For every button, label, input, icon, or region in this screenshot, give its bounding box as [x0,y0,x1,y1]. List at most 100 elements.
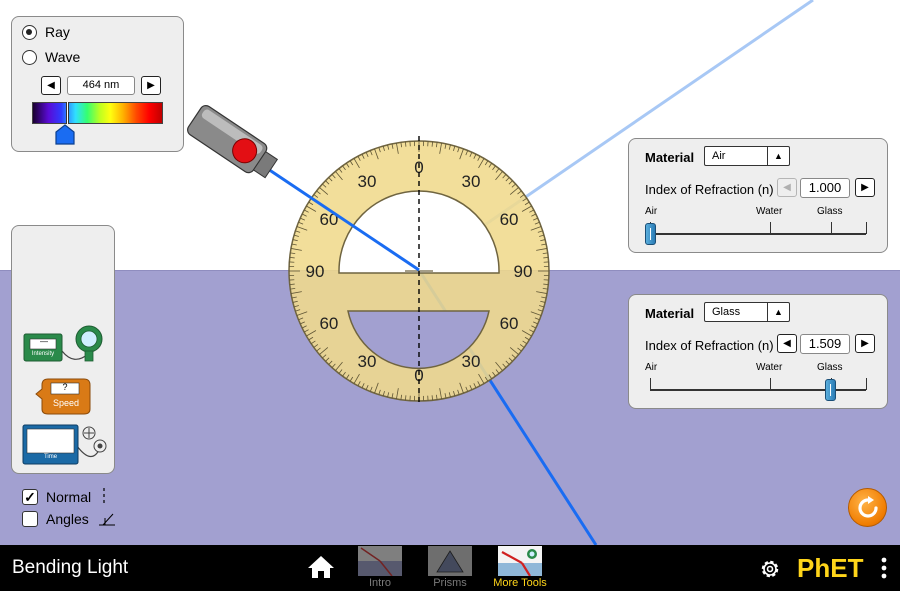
slider-tick [866,378,867,390]
protractor-tick [289,257,295,259]
protractor-label: 30 [462,172,481,191]
angles-checkbox[interactable]: Angles [22,511,117,527]
top-tick-air: Air [645,206,658,217]
wavelength-marker [66,102,69,124]
top-material-value: Air [712,150,726,162]
angle-icon [98,513,115,526]
left-triangle-icon: ◀ [783,182,791,193]
bottom-material-label: Material [645,306,695,321]
prisms-screen-label: Prisms [433,577,467,589]
normal-checkbox-box[interactable]: ✓ [22,489,38,505]
wavelength-increase-button[interactable]: ▶ [141,76,161,95]
slider-tick [831,222,832,234]
protractor-label: 60 [500,210,519,229]
app-title: Bending Light [12,557,129,578]
bottom-ior-increase-button[interactable]: ▶ [855,334,875,353]
protractor-tick [289,283,295,285]
top-ior-value: 1.000 [800,178,850,198]
bottom-tick-water: Water [756,362,783,373]
wavelength-thumb[interactable] [55,124,75,145]
top-medium-panel: Material Air ▲ Index of Refraction (n) ◀… [628,138,888,253]
top-material-combobox[interactable]: Air ▲ [704,146,790,166]
left-triangle-icon: ◀ [47,80,55,91]
top-ior-increase-button[interactable]: ▶ [855,178,875,197]
more-tools-screen-icon [498,546,542,576]
right-triangle-icon: ▶ [861,182,869,193]
protractor-tick [405,395,407,401]
protractor-label: 60 [500,314,519,333]
ray-label: Ray [45,24,70,40]
tools-panel: — Intensity ? Speed Time [11,225,115,474]
top-ior-slider-thumb[interactable] [645,223,656,245]
wavelength-value: 464 nm [67,76,135,95]
protractor-label: 30 [462,352,481,371]
slider-tick [866,222,867,234]
normal-label: Normal [46,489,92,505]
wavelength-spectrum-slider[interactable] [32,102,163,124]
left-triangle-icon: ◀ [783,338,791,349]
right-triangle-icon: ▶ [147,80,155,91]
speed-label: Speed [52,398,80,408]
dropdown-arrow-icon: ▲ [767,303,789,321]
intro-screen-label: Intro [368,577,391,589]
screen-button-intro[interactable]: Intro [351,546,409,591]
normal-dashed-icon [103,488,105,506]
protractor-label: 60 [319,314,338,333]
home-icon[interactable] [307,555,335,579]
top-tick-glass: Glass [817,206,843,217]
navigation-bar: Bending Light Intro Prisms More Tools Ph… [0,545,900,591]
normal-checkbox[interactable]: ✓ Normal [22,487,109,507]
protractor-label: 90 [514,262,533,281]
protractor-tick [405,141,407,147]
ray-radio[interactable]: Ray [22,24,70,40]
phet-logo-text: PhET [797,552,864,583]
reset-all-button[interactable] [848,488,887,527]
slider-tick [650,378,651,390]
intro-screen-icon [358,546,402,576]
phet-menu-icon[interactable] [880,556,888,580]
intensity-value: — [40,337,48,346]
time-label: Time [43,454,58,460]
bottom-ior-decrease-button[interactable]: ◀ [777,334,797,353]
bottom-tick-glass: Glass [817,362,843,373]
bottom-ior-slider-thumb[interactable] [825,379,836,401]
bottom-medium-panel: Material Glass ▲ Index of Refraction (n)… [628,294,888,409]
top-material-label: Material [645,150,695,165]
protractor-label: 30 [358,352,377,371]
prisms-screen-icon [428,546,472,576]
bottom-material-value: Glass [712,306,741,318]
more-tools-screen-label: More Tools [493,577,547,589]
screen-button-prisms[interactable]: Prisms [421,546,479,591]
light-type-panel: Ray Wave ◀ 464 nm ▶ [11,16,184,152]
top-ior-slider-track[interactable] [650,233,866,235]
slider-tick [770,222,771,234]
top-ior-label: Index of Refraction (n) [645,182,774,197]
bottom-material-combobox[interactable]: Glass ▲ [704,302,790,322]
top-ior-decrease-button[interactable]: ◀ [777,178,797,197]
reset-icon [857,495,878,518]
wavelength-decrease-button[interactable]: ◀ [41,76,61,95]
protractor-label: 90 [306,262,325,281]
top-tick-water: Water [756,206,783,217]
wavelength-control: ◀ 464 nm ▶ [41,76,161,95]
protractor-tick [543,257,549,259]
wave-radio[interactable]: Wave [22,49,80,65]
protractor-label: 30 [358,172,377,191]
ray-radio-indicator[interactable] [22,24,37,40]
dropdown-arrow-icon: ▲ [767,147,789,165]
phet-logo[interactable]: PhET [797,553,863,583]
wave-label: Wave [45,49,81,65]
wave-radio-indicator[interactable] [22,49,37,65]
protractor-tick [431,141,433,147]
laser-pointer[interactable] [185,103,280,182]
angles-label: Angles [46,511,89,527]
bottom-tick-air: Air [645,362,658,373]
speed-value: ? [62,382,68,392]
angles-checkbox-box[interactable] [22,511,38,527]
play-area: 0303060609090606030300 Ray Wave ◀ 464 nm… [0,0,900,545]
screen-button-more-tools[interactable]: More Tools [491,546,549,591]
bottom-ior-label: Index of Refraction (n) [645,338,774,353]
protractor-tick [543,283,549,285]
right-triangle-icon: ▶ [861,338,869,349]
gear-icon[interactable] [758,557,782,581]
